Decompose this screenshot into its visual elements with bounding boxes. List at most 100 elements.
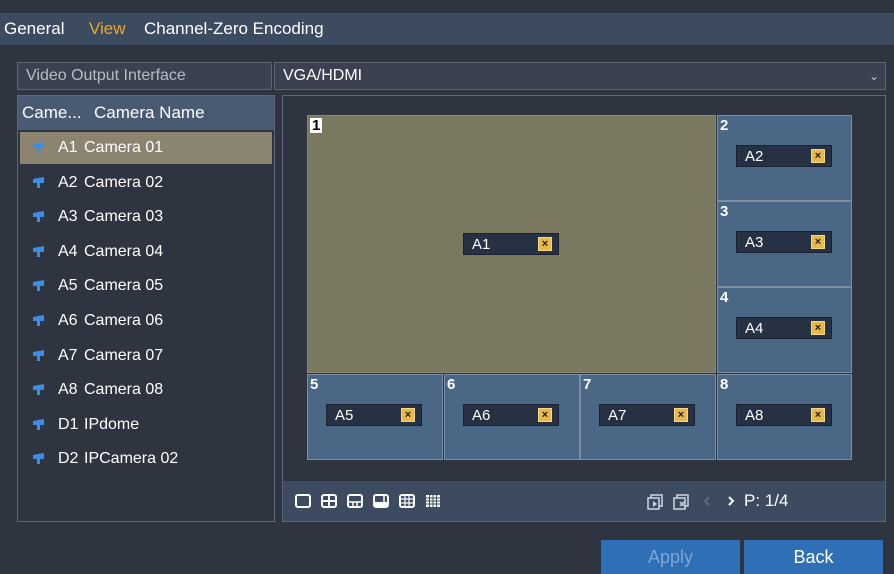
view-window[interactable]: 8 A8 ×	[717, 374, 852, 460]
apply-button[interactable]: Apply	[601, 540, 740, 574]
camera-row[interactable]: A1 Camera 01	[20, 132, 272, 164]
remove-camera-icon[interactable]: ×	[811, 408, 825, 422]
view-window[interactable]: 1 A1 ×	[307, 115, 716, 373]
camera-name: Camera 02	[84, 173, 164, 191]
start-sequence-icon[interactable]	[645, 491, 665, 511]
view-window[interactable]: 7 A7 ×	[580, 374, 716, 460]
camera-icon	[32, 315, 46, 327]
tab-view[interactable]: View	[89, 19, 126, 39]
camera-id: A8	[58, 381, 78, 399]
camera-name: Camera 07	[84, 346, 164, 364]
camera-icon	[32, 211, 46, 223]
assigned-camera-label: A1	[472, 236, 491, 253]
layout-4-icon[interactable]	[319, 491, 339, 511]
view-window[interactable]: 2 A2 ×	[717, 115, 852, 201]
camera-name: IPCamera 02	[84, 450, 179, 468]
chevron-down-icon: ⌄	[868, 69, 879, 83]
remove-camera-icon[interactable]: ×	[674, 408, 688, 422]
window-number: 8	[720, 376, 729, 393]
camera-id: A6	[58, 312, 78, 329]
camera-icon	[32, 349, 46, 362]
camera-id: A7	[58, 346, 78, 364]
video-output-select[interactable]: VGA/HDMI ⌄	[274, 62, 886, 90]
column-header-camera-name[interactable]: Camera Name	[94, 96, 205, 130]
assigned-camera-chip: A7 ×	[599, 404, 695, 426]
tab-bar: General View Channel-Zero Encoding	[0, 13, 894, 45]
assigned-camera-label: A2	[745, 148, 764, 165]
camera-name: Camera 08	[84, 381, 164, 399]
window-number: 4	[720, 289, 729, 306]
assigned-camera-label: A8	[745, 407, 764, 424]
assigned-camera-chip: A1 ×	[463, 233, 559, 255]
camera-icon	[32, 280, 46, 292]
camera-row[interactable]: A7 Camera 07	[20, 340, 272, 372]
assigned-camera-label: A7	[608, 407, 627, 424]
back-button[interactable]: Back	[744, 540, 883, 574]
camera-row[interactable]: A6 Camera 06	[20, 305, 272, 337]
camera-id: D2	[58, 450, 79, 468]
camera-list[interactable]: Came... Camera Name A1 Camera 01 A2 Camera …	[17, 95, 275, 522]
assigned-camera-label: A6	[472, 407, 491, 424]
camera-id: D1	[58, 415, 79, 433]
layout-8-icon[interactable]	[371, 491, 391, 511]
view-window[interactable]: 6 A6 ×	[444, 374, 580, 460]
window-number: 2	[720, 117, 729, 134]
camera-row[interactable]: A2 Camera 02	[20, 167, 272, 199]
view-window[interactable]: 4 A4 ×	[717, 287, 852, 373]
camera-row[interactable]: A5 Camera 05	[20, 270, 272, 302]
video-output-value: VGA/HDMI	[283, 67, 363, 84]
camera-name: IPdome	[84, 415, 140, 433]
camera-icon	[32, 142, 46, 154]
tab-channel-zero-encoding[interactable]: Channel-Zero Encoding	[144, 19, 324, 39]
tab-general[interactable]: General	[4, 19, 64, 39]
camera-name: Camera 04	[84, 242, 164, 260]
camera-row[interactable]: A4 Camera 04	[20, 236, 272, 268]
remove-camera-icon[interactable]: ×	[811, 321, 825, 335]
window-number: 3	[720, 203, 729, 220]
camera-id: A3	[58, 208, 78, 226]
view-window[interactable]: 3 A3 ×	[717, 201, 852, 287]
camera-row[interactable]: A8 Camera 08	[20, 374, 272, 406]
remove-camera-icon[interactable]: ×	[811, 149, 825, 163]
camera-icon	[32, 176, 46, 189]
view-window[interactable]: 5 A5 ×	[307, 374, 443, 460]
camera-id: A4	[58, 242, 78, 260]
next-page-icon[interactable]	[721, 491, 741, 511]
assigned-camera-chip: A4 ×	[736, 317, 832, 339]
camera-list-header: Came... Camera Name	[18, 96, 274, 130]
camera-id: A5	[58, 277, 78, 295]
layout-1-icon[interactable]	[293, 491, 313, 511]
assigned-camera-chip: A5 ×	[326, 404, 422, 426]
prev-page-icon[interactable]	[697, 491, 717, 511]
remove-camera-icon[interactable]: ×	[401, 408, 415, 422]
camera-id: A2	[58, 173, 78, 191]
assigned-camera-chip: A2 ×	[736, 145, 832, 167]
camera-id: A1	[58, 139, 78, 156]
assigned-camera-label: A3	[745, 234, 764, 251]
camera-row[interactable]: D2 IPCamera 02	[20, 443, 272, 475]
assigned-camera-chip: A6 ×	[463, 404, 559, 426]
remove-camera-icon[interactable]: ×	[811, 235, 825, 249]
assigned-camera-chip: A3 ×	[736, 231, 832, 253]
remove-camera-icon[interactable]: ×	[538, 408, 552, 422]
stop-sequence-icon[interactable]	[671, 491, 691, 511]
window-number: 6	[447, 376, 456, 393]
assigned-camera-label: A4	[745, 320, 764, 337]
camera-row[interactable]: A3 Camera 03	[20, 201, 272, 233]
camera-name: Camera 01	[84, 139, 164, 156]
camera-name: Camera 05	[84, 277, 164, 295]
window-number: 1	[310, 117, 323, 134]
layout-9-icon[interactable]	[397, 491, 417, 511]
remove-camera-icon[interactable]: ×	[538, 237, 552, 251]
layout-6-icon[interactable]	[345, 491, 365, 511]
camera-icon	[32, 245, 46, 258]
page-indicator: P: 1/4	[744, 491, 789, 510]
layout-16-icon[interactable]	[423, 491, 443, 511]
assigned-camera-chip: A8 ×	[736, 404, 832, 426]
column-header-camera[interactable]: Came...	[22, 96, 82, 130]
camera-row[interactable]: D1 IPdome	[20, 409, 272, 441]
camera-name: Camera 06	[84, 312, 164, 329]
camera-name: Camera 03	[84, 208, 164, 226]
assigned-camera-label: A5	[335, 407, 354, 424]
layout-toolbar: P: 1/4	[283, 481, 885, 521]
